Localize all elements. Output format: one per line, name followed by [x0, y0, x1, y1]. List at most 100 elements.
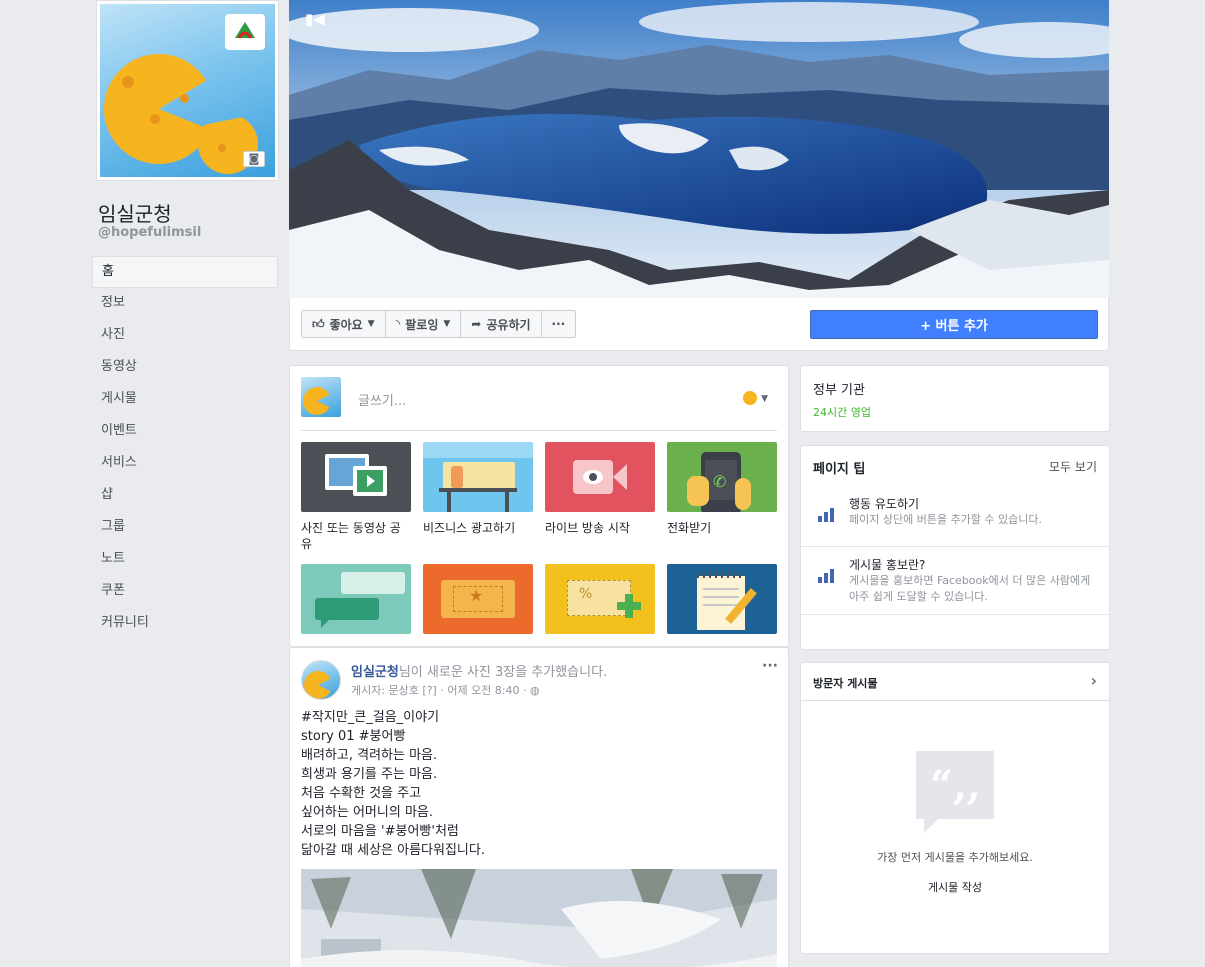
page-handle[interactable]: @hopefulimsil [98, 225, 201, 240]
write-post-link[interactable]: 게시물 작성 [801, 879, 1109, 895]
bar-chart-icon [818, 569, 834, 583]
coupon-icon: % [545, 564, 655, 634]
divider [301, 430, 777, 431]
ticket-icon: ★ [423, 564, 533, 634]
chevron-down-icon: ▼ [761, 394, 768, 404]
page-action-buttons: 👍︎ 좋아요 ▼ ◝ 팔로잉 ▼ ➦ 공유하기 ··· [301, 310, 577, 338]
post-author-link[interactable]: 임실군청 [351, 665, 399, 680]
nav-item-home[interactable]: 홈 [92, 256, 278, 288]
tile-event[interactable]: ★ [423, 564, 533, 642]
globe-icon: ◍ [530, 684, 540, 697]
opening-hours: 24시간 영업 [813, 406, 871, 419]
tile-label: 사진 또는 동영상 공유 [301, 521, 401, 551]
note-icon [667, 564, 777, 634]
post-author-avatar[interactable] [301, 660, 341, 700]
logo-icon [225, 14, 265, 50]
post-body: #작지만_큰_걸음_이야기 story 01 #붕어빵 배려하고, 격려하는 마… [301, 708, 485, 860]
store-icon [423, 442, 533, 512]
composer-avatar [301, 377, 341, 417]
tile-messages[interactable] [301, 564, 411, 642]
share-arrow-icon: ➦ [471, 317, 482, 331]
cover-photo[interactable] [289, 0, 1109, 299]
tile-call[interactable]: ✆ 전화받기 [667, 442, 777, 536]
post-action-text: 님이 새로운 사진 3장을 추가했습니다. [398, 665, 608, 680]
tile-live[interactable]: 라이브 방송 시작 [545, 442, 655, 536]
nav-item-services[interactable]: 서비스 [92, 448, 278, 480]
nav-item-community[interactable]: 커뮤니티 [92, 608, 278, 640]
camera-icon[interactable]: ◙ [243, 151, 265, 167]
add-button[interactable]: + 버튼 추가 [810, 310, 1098, 339]
quote-bubble-icon: “,, [916, 751, 994, 833]
thumbs-up-icon: 👍︎ [312, 316, 325, 331]
post-composer: 글쓰기... ▼ 사진 또는 동영상 공유 비즈니스 광고하기 라이브 방송 시… [289, 365, 789, 647]
post-line: 서로의 마음을 '#붕어빵'처럼 [301, 824, 459, 839]
about-card: 정부 기관 24시간 영업 [800, 365, 1110, 432]
tip-item[interactable]: 게시물 홍보란? 게시물을 홍보하면 Facebook에서 더 많은 사람에게 … [801, 546, 1109, 614]
phone-icon: ✆ [667, 442, 777, 512]
follow-label: 팔로잉 [405, 317, 439, 332]
nav-item-events[interactable]: 이벤트 [92, 416, 278, 448]
page-title: 임실군청 [98, 202, 172, 226]
empty-state-text: 가장 먼저 게시물을 추가해보세요. [877, 851, 1033, 864]
page-nav: 홈 정보 사진 동영상 게시물 이벤트 서비스 샵 그룹 노트 쿠폰 커뮤니티 [92, 256, 278, 640]
bar-chart-icon [818, 508, 834, 522]
nav-item-videos[interactable]: 동영상 [92, 352, 278, 384]
page-category[interactable]: 정부 기관 [813, 379, 865, 398]
feed-post: 임실군청님이 새로운 사진 3장을 추가했습니다. 게시자: 문상호 [?] ·… [289, 647, 789, 967]
post-line: story 01 #붕어빵 [301, 729, 406, 744]
see-all-link[interactable]: 모두 보기 [1049, 458, 1097, 475]
post-options-button[interactable]: ··· [762, 658, 778, 674]
nav-item-coupons[interactable]: 쿠폰 [92, 576, 278, 608]
nav-item-posts[interactable]: 게시물 [92, 384, 278, 416]
tile-advertise[interactable]: 비즈니스 광고하기 [423, 442, 533, 536]
tips-title: 페이지 팁 [813, 462, 866, 477]
tile-note[interactable] [667, 564, 777, 642]
post-line: 닮아갈 때 세상은 아름다워집니다. [301, 843, 485, 858]
video-camera-icon[interactable]: ▮◀ [305, 10, 325, 28]
profile-picture[interactable]: ◙ [96, 0, 279, 181]
rss-icon: ◝ [395, 317, 401, 331]
svg-text:“,,: “,, [930, 762, 981, 809]
tip-title: 게시물 홍보란? [849, 558, 926, 572]
tile-label: 비즈니스 광고하기 [423, 521, 516, 535]
post-line: #작지만_큰_걸음_이야기 [301, 710, 440, 725]
post-headline: 임실군청님이 새로운 사진 3장을 추가했습니다. [351, 661, 607, 680]
nav-item-shop[interactable]: 샵 [92, 480, 278, 512]
page-action-bar: 👍︎ 좋아요 ▼ ◝ 팔로잉 ▼ ➦ 공유하기 ··· + 버튼 추가 [289, 298, 1109, 351]
post-line: 싶어하는 어머니의 마음. [301, 805, 433, 820]
nav-item-notes[interactable]: 노트 [92, 544, 278, 576]
nav-item-photos[interactable]: 사진 [92, 320, 278, 352]
chevron-right-icon[interactable]: › [1091, 671, 1097, 690]
like-label: 좋아요 [329, 317, 363, 332]
more-options-button[interactable]: ··· [542, 311, 576, 337]
post-line: 배려하고, 격려하는 마음. [301, 748, 438, 763]
audience-selector[interactable]: ▼ [743, 390, 768, 405]
like-button[interactable]: 👍︎ 좋아요 ▼ [302, 311, 386, 337]
share-label: 공유하기 [486, 317, 531, 332]
visitor-posts-title: 방문자 게시물 [813, 677, 878, 690]
post-meta: 게시자: 문상호 [?] · 어제 오전 8:40 · ◍ [351, 682, 540, 698]
divider [801, 614, 1109, 615]
chat-bubbles-icon [301, 564, 411, 634]
tip-item[interactable]: 행동 유도하기 페이지 상단에 버튼을 추가할 수 있습니다. [801, 486, 1109, 554]
composer-input[interactable]: 글쓰기... [358, 390, 406, 409]
post-line: 처음 수확한 것을 주고 [301, 786, 422, 801]
post-meta-text: 게시자: 문상호 [?] · 어제 오전 8:40 · [351, 684, 530, 697]
visitor-posts-header[interactable]: 방문자 게시물 › [801, 663, 1109, 701]
tip-title: 행동 유도하기 [849, 497, 920, 511]
nav-item-groups[interactable]: 그룹 [92, 512, 278, 544]
tile-photo-video[interactable]: 사진 또는 동영상 공유 [301, 442, 411, 552]
profile-artwork: ◙ [100, 4, 275, 177]
chevron-down-icon: ▼ [367, 319, 375, 329]
page-tips-card: 페이지 팁 모두 보기 행동 유도하기 페이지 상단에 버튼을 추가할 수 있습… [800, 445, 1110, 650]
nav-item-about[interactable]: 정보 [92, 288, 278, 320]
follow-button[interactable]: ◝ 팔로잉 ▼ [386, 311, 462, 337]
live-camera-icon [545, 442, 655, 512]
tip-description: 페이지 상단에 버튼을 추가할 수 있습니다. [849, 513, 1043, 526]
tile-label: 전화받기 [667, 521, 712, 535]
tip-description: 게시물을 홍보하면 Facebook에서 더 많은 사람에게 아주 쉽게 도달할… [849, 574, 1091, 603]
post-photo[interactable] [301, 869, 777, 967]
tile-offer[interactable]: % [545, 564, 655, 642]
post-line: 희생과 용기를 주는 마음. [301, 767, 438, 782]
share-button[interactable]: ➦ 공유하기 [461, 311, 542, 337]
